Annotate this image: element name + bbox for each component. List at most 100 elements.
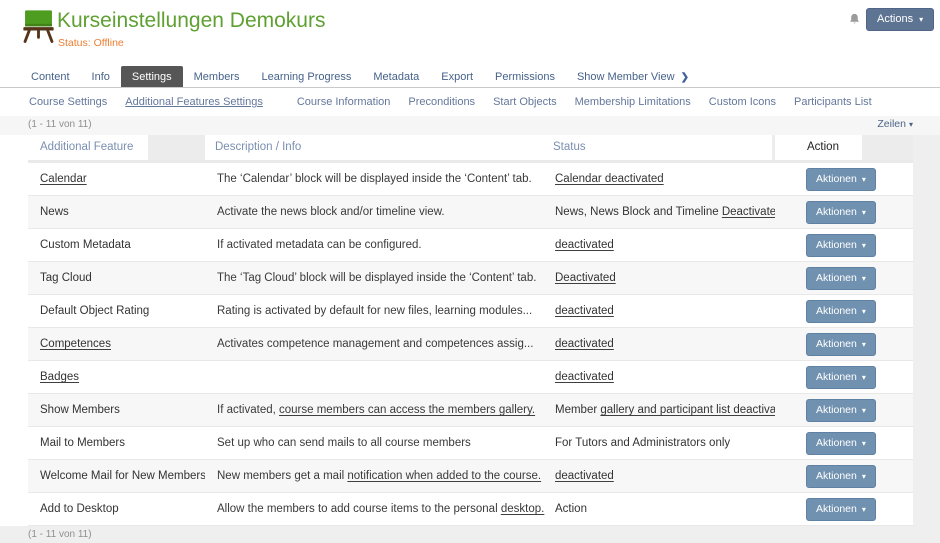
caret-down-icon: ▾ <box>862 307 866 316</box>
feature-name[interactable]: Competences <box>40 338 111 350</box>
caret-down-icon: ▾ <box>862 208 866 217</box>
tab-settings[interactable]: Settings <box>121 66 183 87</box>
tab-info[interactable]: Info <box>81 66 121 87</box>
feature-status[interactable]: deactivated <box>555 470 614 482</box>
pagination-info-top: (1 - 11 von 11) <box>28 119 92 130</box>
tab-metadata[interactable]: Metadata <box>362 66 430 87</box>
column-header-additional-feature[interactable]: Additional Feature <box>40 141 133 153</box>
caret-down-icon: ▾ <box>862 373 866 382</box>
feature-description: If activated, course members can access … <box>217 404 535 416</box>
table-row: Add to Desktop Allow the members to add c… <box>28 493 913 526</box>
feature-description: Rating is activated by default for new f… <box>217 305 532 317</box>
feature-name[interactable]: Welcome Mail for New Members <box>40 470 205 482</box>
table-row: Calendar The ‘Calendar’ block will be dis… <box>28 163 913 196</box>
aktionen-button[interactable]: Aktionen▾ <box>806 333 876 356</box>
tab-show-member-view[interactable]: Show Member View❯ <box>566 66 700 87</box>
page-title: Kurseinstellungen Demokurs <box>57 9 325 33</box>
feature-name[interactable]: Show Members <box>40 404 120 416</box>
feature-status[interactable]: For Tutors and Administrators only <box>555 437 730 449</box>
aktionen-button[interactable]: Aktionen▾ <box>806 201 876 224</box>
table-row: Tag Cloud The ‘Tag Cloud’ block will be d… <box>28 262 913 295</box>
table-header: Additional Feature Description / Info St… <box>28 135 913 160</box>
aktionen-button[interactable]: Aktionen▾ <box>806 432 876 455</box>
caret-down-icon: ▾ <box>862 472 866 481</box>
aktionen-button[interactable]: Aktionen▾ <box>806 465 876 488</box>
subtab-start-objects[interactable]: Start Objects <box>484 93 566 111</box>
feature-name[interactable]: Badges <box>40 371 79 383</box>
feature-description: Activates competence management and comp… <box>217 338 533 350</box>
table-row: News Activate the news block and/or timel… <box>28 196 913 229</box>
aktionen-button[interactable]: Aktionen▾ <box>806 234 876 257</box>
aktionen-button[interactable]: Aktionen▾ <box>806 267 876 290</box>
feature-status[interactable]: deactivated <box>555 239 614 251</box>
feature-status[interactable]: Calendar deactivated <box>555 173 664 185</box>
feature-description: The ‘Tag Cloud’ block will be displayed … <box>217 272 536 284</box>
tab-permissions[interactable]: Permissions <box>484 66 566 87</box>
tab-members[interactable]: Members <box>183 66 251 87</box>
feature-status[interactable]: deactivated <box>555 371 614 383</box>
table-row: Show Members If activated, course members… <box>28 394 913 427</box>
feature-name[interactable]: Custom Metadata <box>40 239 131 251</box>
caret-down-icon: ▾ <box>862 340 866 349</box>
notification-bell-icon[interactable] <box>847 12 862 32</box>
subtab-course-information[interactable]: Course Information <box>288 93 400 111</box>
caret-down-icon: ▾ <box>862 175 866 184</box>
aktionen-button[interactable]: Aktionen▾ <box>806 366 876 389</box>
app-window: Kurseinstellungen Demokurs Status: Offli… <box>0 0 940 543</box>
course-easel-icon <box>20 7 57 49</box>
table-body: Calendar The ‘Calendar’ block will be dis… <box>28 163 913 526</box>
column-header-action: Action <box>807 141 839 153</box>
feature-name[interactable]: Default Object Rating <box>40 305 149 317</box>
table-row: Mail to Members Set up who can send mails… <box>28 427 913 460</box>
column-header-status[interactable]: Status <box>553 141 586 153</box>
feature-name[interactable]: Mail to Members <box>40 437 125 449</box>
feature-description: The ‘Calendar’ block will be displayed i… <box>217 173 532 185</box>
table-row: Badges deactivated Aktionen▾ <box>28 361 913 394</box>
feature-name[interactable]: Calendar <box>40 173 87 185</box>
feature-description: New members get a mail notification when… <box>217 470 541 482</box>
feature-description: Allow the members to add course items to… <box>217 503 544 515</box>
feature-status[interactable]: News, News Block and Timeline Deactivate… <box>555 206 775 218</box>
caret-down-icon: ▾ <box>919 15 923 24</box>
caret-down-icon: ▾ <box>862 241 866 250</box>
aktionen-button[interactable]: Aktionen▾ <box>806 168 876 191</box>
subtab-additional-features-settings[interactable]: Additional Features Settings <box>116 93 272 111</box>
aktionen-button[interactable]: Aktionen▾ <box>806 300 876 323</box>
course-status: Status: Offline <box>58 37 124 49</box>
feature-name[interactable]: Tag Cloud <box>40 272 92 284</box>
subtab-preconditions[interactable]: Preconditions <box>399 93 484 111</box>
feature-description: Activate the news block and/or timeline … <box>217 206 445 218</box>
pagination-info-bottom: (1 - 11 von 11) <box>28 529 92 540</box>
feature-name[interactable]: News <box>40 206 69 218</box>
subtab-custom-icons[interactable]: Custom Icons <box>700 93 785 111</box>
feature-status[interactable]: Deactivated <box>555 272 616 284</box>
feature-status[interactable]: Member gallery and participant list deac… <box>555 404 775 416</box>
subtab-course-settings[interactable]: Course Settings <box>20 93 116 111</box>
feature-status[interactable]: deactivated <box>555 338 614 350</box>
feature-status[interactable]: Action <box>555 503 587 515</box>
column-header-description-info[interactable]: Description / Info <box>215 141 301 153</box>
aktionen-button[interactable]: Aktionen▾ <box>806 399 876 422</box>
rows-selector-label: Zeilen <box>877 118 906 130</box>
caret-down-icon: ▾ <box>909 120 913 129</box>
actions-button-label: Actions <box>877 13 913 25</box>
caret-down-icon: ▾ <box>862 274 866 283</box>
feature-description: If activated metadata can be configured. <box>217 239 422 251</box>
aktionen-button[interactable]: Aktionen▾ <box>806 498 876 521</box>
main-tabs: ContentInfoSettingsMembersLearning Progr… <box>0 66 940 88</box>
tab-content[interactable]: Content <box>20 66 81 87</box>
subtab-participants-list[interactable]: Participants List <box>785 93 881 111</box>
table-footer: (1 - 11 von 11) <box>0 526 940 543</box>
caret-down-icon: ▾ <box>862 505 866 514</box>
caret-down-icon: ▾ <box>862 406 866 415</box>
feature-status[interactable]: deactivated <box>555 305 614 317</box>
table-row: Competences Activates competence manageme… <box>28 328 913 361</box>
feature-name[interactable]: Add to Desktop <box>40 503 119 515</box>
chevron-right-icon: ❯ <box>681 72 689 83</box>
tab-export[interactable]: Export <box>430 66 484 87</box>
actions-button[interactable]: Actions ▾ <box>866 8 934 31</box>
feature-description: Set up who can send mails to all course … <box>217 437 471 449</box>
subtab-membership-limitations[interactable]: Membership Limitations <box>566 93 700 111</box>
rows-selector[interactable]: Zeilen▾ <box>877 118 913 130</box>
tab-learning-progress[interactable]: Learning Progress <box>250 66 362 87</box>
